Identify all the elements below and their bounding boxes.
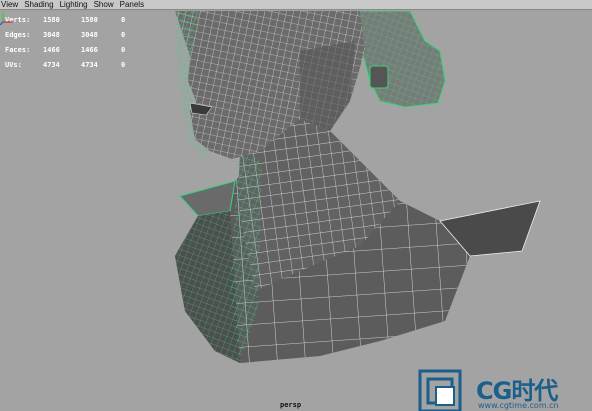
watermark-url: www.cgtime.com.cn <box>478 401 559 410</box>
hud-row-edges: Edges: 3048 3048 0 <box>5 27 131 42</box>
axis-gizmo-icon <box>0 12 13 25</box>
ear-mesh <box>359 11 446 108</box>
hud-label: UVs: <box>5 60 22 69</box>
hud-value: 1580 <box>43 15 60 24</box>
hud-value: 3048 <box>81 30 98 39</box>
panel-menubar: View Shading Lighting Show Panels <box>0 0 592 10</box>
menu-show[interactable]: Show <box>94 0 114 10</box>
watermark: CG时代 www.cgtime.com.cn <box>416 365 592 411</box>
cgtime-logo-icon <box>418 369 462 411</box>
hud-value: 0 <box>121 30 126 39</box>
hud-value: 1466 <box>81 45 98 54</box>
hud-value: 0 <box>121 60 126 69</box>
hud-row-uvs: UVs: 4734 4734 0 <box>5 57 131 72</box>
menu-view[interactable]: View <box>1 0 18 10</box>
hud-value: 3048 <box>43 30 60 39</box>
hud-label: Edges: <box>5 30 31 39</box>
poly-count-hud: Verts: 1580 1580 0 Edges: 3048 3048 0 Fa… <box>5 12 131 72</box>
hud-value: 4734 <box>43 60 60 69</box>
hud-value: 0 <box>121 15 126 24</box>
menu-shading[interactable]: Shading <box>24 0 53 10</box>
camera-name-label: persp <box>280 401 302 409</box>
hud-row-verts: Verts: 1580 1580 0 <box>5 12 131 27</box>
perspective-viewport[interactable]: Verts: 1580 1580 0 Edges: 3048 3048 0 Fa… <box>0 11 592 411</box>
hud-row-faces: Faces: 1466 1466 0 <box>5 42 131 57</box>
hud-label: Faces: <box>5 45 31 54</box>
hud-value: 1580 <box>81 15 98 24</box>
hud-value: 0 <box>121 45 126 54</box>
hud-value: 4734 <box>81 60 98 69</box>
menu-lighting[interactable]: Lighting <box>60 0 88 10</box>
hud-value: 1466 <box>43 45 60 54</box>
menu-panels[interactable]: Panels <box>120 0 144 10</box>
